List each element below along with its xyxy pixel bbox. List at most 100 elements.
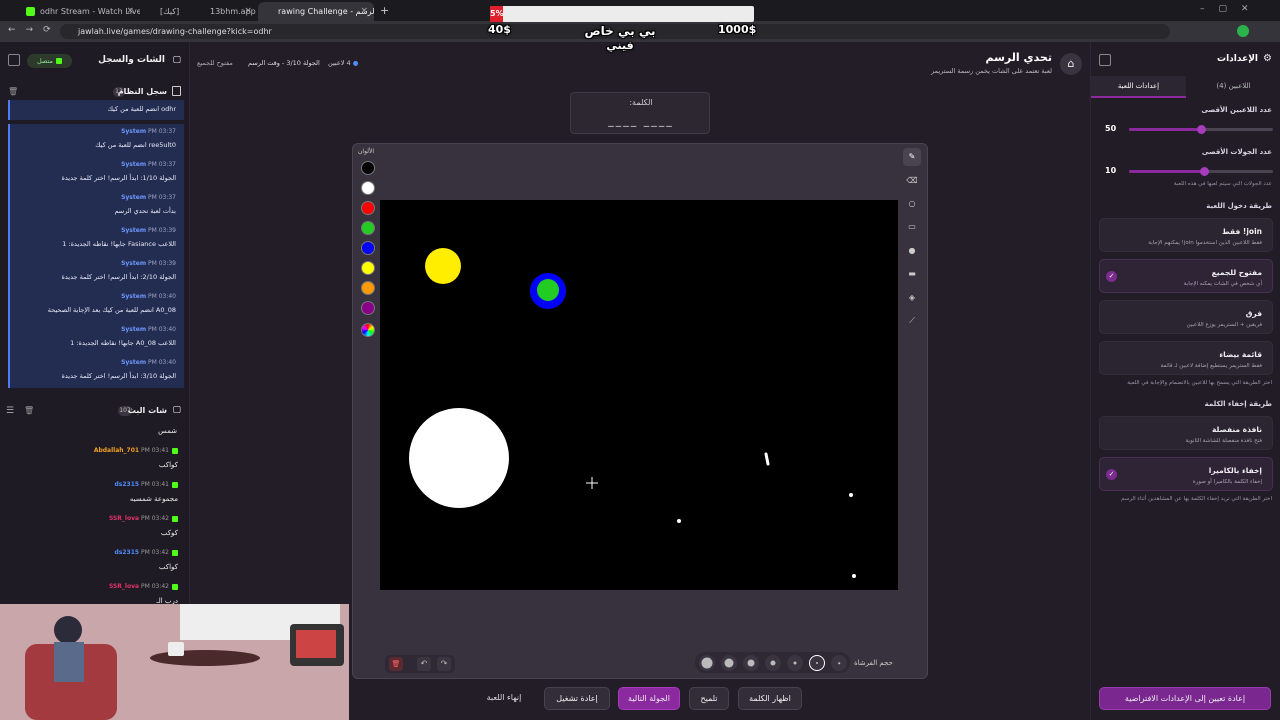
log-sender: System [121,260,147,267]
slider-knob[interactable] [1197,125,1206,134]
log-sender: System [121,194,147,201]
log-time: PM 03:37 [148,128,176,135]
trash-icon[interactable]: 🗑 [389,657,403,671]
hint-button[interactable]: تلميح [689,687,729,710]
browser-tab-active[interactable]: rawing Challenge - تحدي الرسم× [258,2,374,21]
drawing-canvas[interactable] [380,200,898,590]
system-log-entry: System PM 03:39 اللاعب Fasiance جابها! نق… [8,223,184,256]
sidebar-toggle-icon[interactable] [8,54,20,66]
panel-collapse-icon[interactable] [1099,54,1111,66]
color-swatch-black[interactable] [361,161,375,175]
brush-size-md[interactable] [743,655,759,671]
log-sender: System [121,359,147,366]
rectangle-tool-icon[interactable]: ▭ [903,218,921,236]
check-icon: ✓ [1106,469,1117,480]
brush-size-xs[interactable] [787,655,803,671]
url-text: jawlah.live/games/drawing-challenge?kick… [78,27,272,36]
profile-avatar[interactable] [1237,25,1249,37]
color-swatch-blue[interactable] [361,241,375,255]
tab-game-settings[interactable]: إعدادات اللعبة [1091,76,1186,98]
log-meta: System PM 03:39 [121,227,176,234]
trash-icon[interactable]: 🗑 [8,87,18,96]
log-time: PM 03:40 [148,359,176,366]
window-controls[interactable]: –▢✕ [1200,4,1263,14]
log-meta: System PM 03:40 [121,293,176,300]
log-sender: System [121,227,147,234]
redo-icon[interactable]: ↷ [437,657,451,671]
trash-icon[interactable]: 🗑 [24,406,34,415]
pencil-icon[interactable]: ✎ [903,148,921,166]
list-icon[interactable]: ☰ [6,406,14,416]
color-swatch-green[interactable] [361,221,375,235]
line-tool-icon[interactable]: ⟋ [903,312,921,330]
chat-text: كواكب [158,461,178,469]
person-body [54,642,84,682]
drawn-star [852,574,856,578]
chat-username: ds2315 [114,481,140,488]
log-time: PM 03:39 [148,227,176,234]
filled-circle-icon[interactable]: ● [903,242,921,260]
log-sender: System [121,293,147,300]
browser-tab[interactable]: odhr Stream - Watch Live on Ki× [20,2,140,21]
show-word-button[interactable]: اظهار الكلمة [738,687,802,710]
chat-text: مجموعة شمسيه [129,495,178,503]
hide-option-camera[interactable]: ✓ إخفاء بالكاميرا إخفاء الكلمة بالكاميرا أ… [1099,457,1273,491]
color-swatch-white[interactable] [361,181,375,195]
option-desc: أي شخص في الشات يمكنه الإجابة [1183,281,1262,287]
join-option-whitelist[interactable]: قائمة بيضاء فقط الستريمر يستطيع إضافة لاع… [1099,341,1273,375]
join-option-join-only[interactable]: join! فقط فقط اللاعبين الذين استخدموا joi… [1099,218,1273,252]
undo-icon[interactable]: ↶ [417,657,431,671]
hide-method-title: طريقة إخفاء الكلمة [1204,400,1272,408]
color-swatch-yellow[interactable] [361,261,375,275]
color-swatch-red[interactable] [361,201,375,215]
close-icon[interactable]: × [126,6,134,16]
reset-defaults-button[interactable]: إعادة تعيين إلى الإعدادات الافتراضية [1099,687,1271,710]
game-app: متصل الشات والسجل ▢ 🗑 13 سجل النظام odhr… [0,42,1280,720]
option-desc: إخفاء الكلمة بالكاميرا أو صورة [1192,479,1262,485]
nav-buttons[interactable]: ←→⟳ [8,25,61,35]
close-icon[interactable]: × [244,6,252,16]
log-time: PM 03:37 [148,161,176,168]
log-text: اللاعب Fasiance جابها! نقاطه الجديدة: 1 [62,240,176,248]
hide-option-window[interactable]: نافذة منفصلة فتح نافذة منفصلة للشاشة الثا… [1099,416,1273,450]
join-option-teams[interactable]: فرق فريقين + الستريمر يوزع اللاعبين [1099,300,1273,334]
max-rounds-slider[interactable] [1129,167,1273,176]
word-box: الكلمة: ____ ____ [570,92,710,134]
end-game-button[interactable]: إنهاء اللعبة [474,693,534,705]
fill-bucket-icon[interactable]: ◈ [903,289,921,307]
status-text: متصل [36,57,53,65]
custom-color-picker-icon[interactable] [361,323,375,337]
circle-tool-icon[interactable]: ○ [903,195,921,213]
next-round-button[interactable]: الجولة التالية [618,687,680,710]
log-time: PM 03:40 [148,293,176,300]
chat-icon: ▢ [172,55,181,65]
brush-size-sm[interactable] [765,655,781,671]
color-swatch-orange[interactable] [361,281,375,295]
tab-players[interactable]: اللاعبين (4) [1186,76,1280,98]
max-players-slider[interactable] [1129,125,1273,134]
brush-size-xl[interactable] [699,655,715,671]
browser-tab[interactable]: [كيك] [140,2,190,21]
chat-time: PM 03:42 [141,549,169,556]
restart-button[interactable]: إعادة تشغيل [544,687,610,710]
filled-rectangle-icon[interactable]: ▬ [903,265,921,283]
home-icon[interactable]: ⌂ [1060,53,1082,75]
close-icon[interactable]: × [360,6,368,16]
drawn-moon [409,408,509,508]
settings-panel: الإعدادات ⚙ إعدادات اللعبة اللاعبين (4) … [1090,42,1280,720]
brush-size-lg[interactable] [721,655,737,671]
join-option-open[interactable]: ✓ مفتوح للجميع أي شخص في الشات يمكنه الإجا… [1099,259,1273,293]
brush-size-selected[interactable] [809,655,825,671]
kick-icon [172,549,178,556]
eraser-icon[interactable]: ⌫ [903,172,921,190]
log-text: الجولة 3/10: ابدأ الرسم! اختر كلمة جديدة [61,372,176,380]
log-time: PM 03:39 [148,260,176,267]
max-rounds-hint: عدد الجولات التي سيتم لعبها في هذه اللعب… [1173,181,1272,187]
log-text: الجولة 1/10: ابدأ الرسم! اختر كلمة جديدة [61,174,176,182]
browser-tab[interactable]: 13bhm.app | لعبة× [190,2,258,21]
new-tab-icon[interactable]: + [380,4,389,17]
brush-size-xxs[interactable] [831,655,847,671]
slider-knob[interactable] [1199,167,1209,176]
drawn-sun [425,248,461,284]
color-swatch-purple[interactable] [361,301,375,315]
